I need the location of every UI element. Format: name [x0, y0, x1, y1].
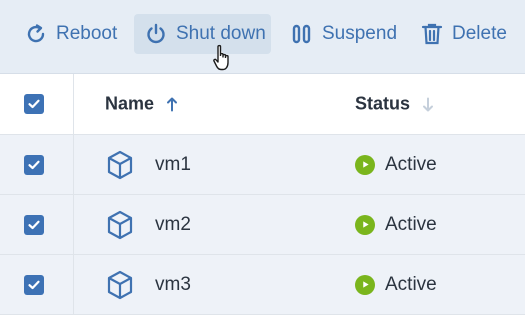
cube-icon: [107, 270, 133, 299]
column-header-name-label: Name: [105, 93, 155, 114]
row-checkbox-cell: [0, 135, 74, 194]
vm-name[interactable]: vm1: [155, 154, 191, 176]
reboot-button[interactable]: Reboot: [24, 14, 117, 54]
sort-descending-icon: [422, 96, 434, 112]
status-label: Active: [385, 153, 437, 175]
trash-icon: [420, 22, 444, 46]
suspend-button[interactable]: Suspend: [290, 14, 397, 54]
table-row[interactable]: vm2 Active: [0, 195, 525, 255]
row-checkbox-cell: [0, 255, 74, 314]
column-header-status[interactable]: Status: [355, 94, 434, 115]
shut-down-button[interactable]: Shut down: [134, 14, 271, 54]
delete-button[interactable]: Delete: [420, 14, 507, 54]
active-status-icon: [355, 214, 375, 235]
vm-name[interactable]: vm2: [155, 214, 191, 236]
row-checkbox[interactable]: [24, 214, 44, 235]
row-checkbox-cell: [0, 195, 74, 254]
check-icon: [28, 280, 40, 289]
pause-icon: [290, 22, 314, 46]
reboot-label: Reboot: [56, 23, 118, 44]
table-row[interactable]: vm3 Active: [0, 255, 525, 315]
table-header: Name Status: [0, 74, 525, 135]
active-status-icon: [355, 274, 375, 295]
vm-table: Name Status vm1 Active vm2 Active vm3 Ac…: [0, 74, 525, 315]
check-icon: [28, 160, 40, 169]
active-status-icon: [355, 154, 375, 175]
check-icon: [28, 99, 40, 109]
status-cell: Active: [355, 274, 437, 296]
column-header-status-label: Status: [355, 93, 411, 114]
shut-down-label: Shut down: [176, 23, 266, 44]
status-label: Active: [385, 273, 437, 295]
delete-label: Delete: [452, 23, 507, 44]
table-row[interactable]: vm1 Active: [0, 135, 525, 195]
cube-icon: [107, 210, 133, 239]
reboot-icon: [24, 22, 48, 46]
sort-ascending-icon: [166, 96, 178, 112]
power-icon: [144, 22, 168, 46]
cube-icon: [107, 150, 133, 179]
toolbar: Reboot Shut down Suspend Delete: [0, 0, 525, 74]
select-all-checkbox[interactable]: [24, 94, 44, 114]
status-label: Active: [385, 213, 437, 235]
hand-cursor-icon: [213, 44, 229, 71]
vm-name[interactable]: vm3: [155, 274, 191, 296]
check-icon: [28, 220, 40, 229]
column-header-name[interactable]: Name: [105, 94, 178, 115]
suspend-label: Suspend: [322, 23, 398, 44]
status-cell: Active: [355, 214, 437, 236]
select-all-cell: [0, 74, 74, 134]
row-checkbox[interactable]: [24, 154, 44, 175]
row-checkbox[interactable]: [24, 274, 44, 295]
status-cell: Active: [355, 154, 437, 176]
